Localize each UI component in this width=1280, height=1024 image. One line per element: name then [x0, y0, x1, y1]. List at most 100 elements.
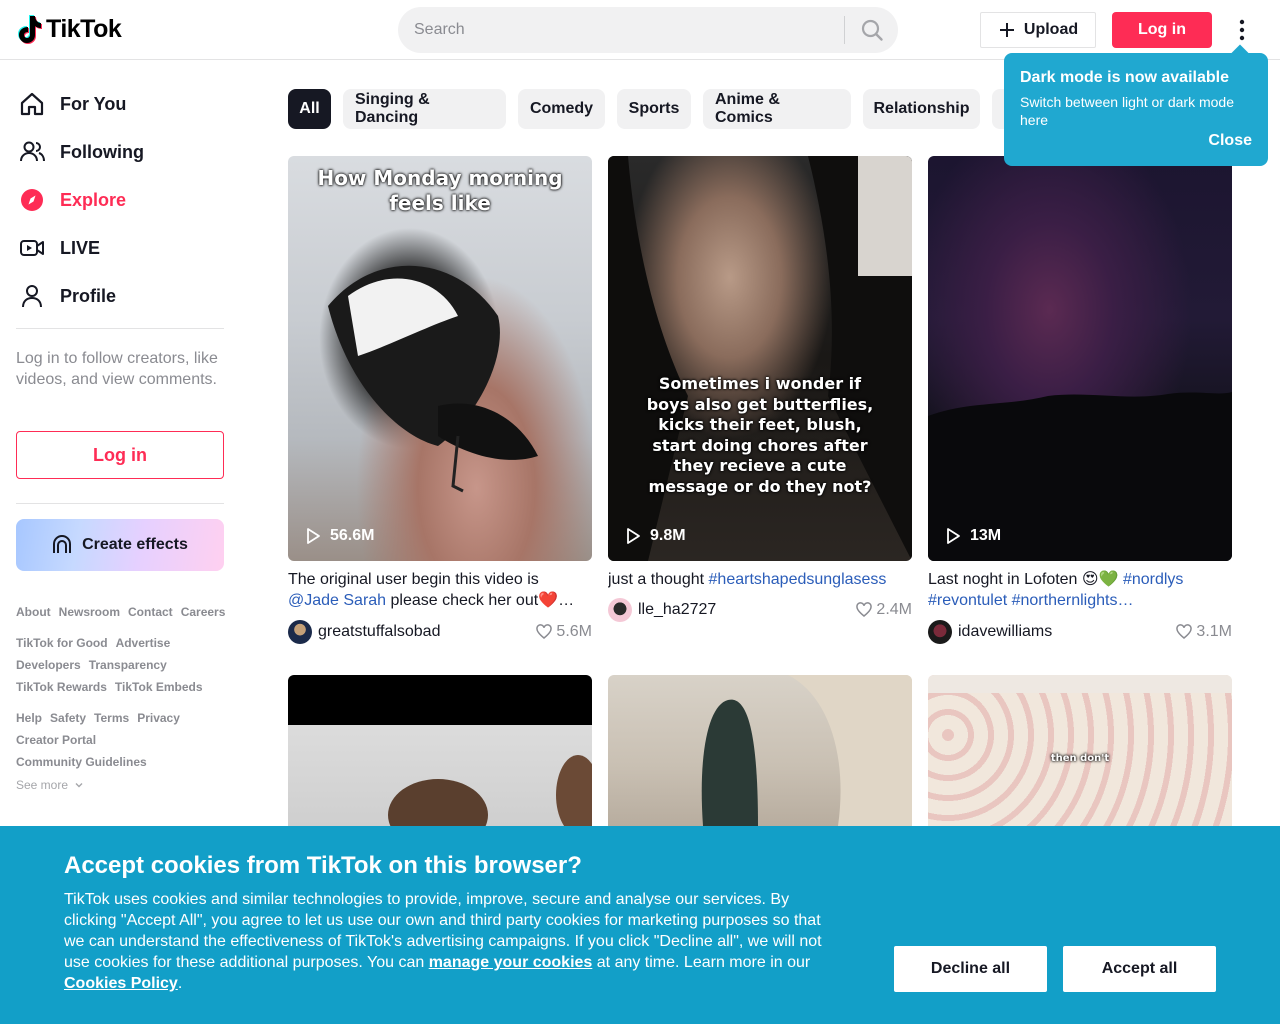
video-meta: greatstuffalsobad 5.6M: [288, 620, 592, 644]
video-thumbnail[interactable]: 13M: [928, 156, 1232, 561]
video-meta: lle_ha2727 2.4M: [608, 598, 912, 622]
author-link[interactable]: greatstuffalsobad: [288, 620, 440, 644]
upload-button[interactable]: Upload: [980, 12, 1096, 48]
tiktok-logo[interactable]: TikTok: [16, 14, 122, 44]
footer-link[interactable]: Community Guidelines: [16, 751, 147, 773]
category-chip-comedy[interactable]: Comedy: [518, 89, 605, 129]
footer-link[interactable]: Terms: [94, 707, 129, 729]
search-divider: [844, 16, 845, 44]
search-icon: [861, 19, 883, 41]
manage-cookies-link[interactable]: manage your cookies: [429, 954, 593, 971]
decline-all-button[interactable]: Decline all: [894, 946, 1047, 992]
cookie-banner: Accept cookies from TikTok on this brows…: [0, 826, 1280, 1024]
like-count: 3.1M: [1176, 623, 1232, 641]
top-header: TikTok Upload Log in: [0, 0, 1280, 60]
sidebar-divider: [16, 503, 224, 504]
tooltip-close-button[interactable]: Close: [1208, 132, 1252, 150]
like-count-value: 3.1M: [1196, 623, 1232, 640]
create-effects-button[interactable]: Create effects: [16, 519, 224, 571]
video-card: How Monday morning feels like 56.6M The …: [288, 156, 592, 646]
nav-label: Profile: [60, 285, 117, 306]
video-description: Last noght in Lofoten 😍💚 #nordlys #revon…: [928, 569, 1232, 611]
mention-link[interactable]: @Jade Sarah: [288, 592, 386, 609]
cookie-text-part: at any time. Learn more in our: [592, 954, 811, 971]
desc-text: just a thought: [608, 571, 709, 588]
video-caption-overlay: then don't: [1050, 753, 1110, 764]
see-more-link[interactable]: See more: [16, 778, 84, 792]
video-thumbnail[interactable]: How Monday morning feels like 56.6M: [288, 156, 592, 561]
avatar: [288, 620, 312, 644]
hashtag-link[interactable]: #heartshapedsunglasess: [709, 571, 887, 588]
footer-link[interactable]: Contact: [128, 601, 173, 623]
cookies-policy-link[interactable]: Cookies Policy: [64, 975, 178, 992]
footer-link[interactable]: Transparency: [89, 654, 167, 676]
like-count: 5.6M: [536, 623, 592, 641]
category-chip-anime-comics[interactable]: Anime & Comics: [703, 89, 851, 129]
like-count-value: 5.6M: [556, 623, 592, 640]
video-thumbnail[interactable]: Sometimes i wonder if boys also get butt…: [608, 156, 912, 561]
footer-link[interactable]: TikTok for Good: [16, 632, 108, 654]
ceiling: [928, 675, 1232, 693]
author-link[interactable]: idavewilliams: [928, 620, 1052, 644]
footer-link[interactable]: Help: [16, 707, 42, 729]
video-description: just a thought #heartshapedsunglasess: [608, 569, 912, 590]
avatar: [608, 598, 632, 622]
header-login-button[interactable]: Log in: [1112, 12, 1212, 48]
play-icon: [307, 528, 320, 544]
footer-links-group-1: About Newsroom Contact Careers: [16, 601, 226, 623]
video-thumbnail[interactable]: [608, 675, 912, 826]
magpie-bird-image: [328, 265, 538, 493]
video-caption-overlay: Sometimes i wonder if boys also get butt…: [646, 374, 874, 496]
search-input[interactable]: [414, 7, 834, 53]
footer-link[interactable]: Safety: [50, 707, 86, 729]
accept-all-button[interactable]: Accept all: [1063, 946, 1216, 992]
video-thumbnail[interactable]: [288, 675, 592, 826]
bedroom-image: [701, 675, 912, 826]
video-description: The original user begin this video is @J…: [288, 569, 592, 611]
desc-text: The original user begin this video is: [288, 571, 539, 588]
category-chip-singing-dancing[interactable]: Singing & Dancing: [343, 89, 506, 129]
portrait-image: [608, 156, 912, 561]
nav-label: Following: [60, 141, 144, 162]
play-icon: [627, 528, 640, 544]
video-card: Sometimes i wonder if boys also get butt…: [608, 156, 912, 646]
tiktok-note-icon: [18, 15, 42, 44]
nav-for-you[interactable]: For You: [16, 80, 224, 128]
footer-link[interactable]: TikTok Rewards: [16, 676, 107, 698]
category-chip-all[interactable]: All: [288, 89, 331, 129]
nav-live[interactable]: LIVE: [16, 224, 224, 272]
nav-following[interactable]: Following: [16, 128, 224, 176]
live-icon: [16, 232, 48, 264]
chevron-down-icon: [75, 783, 83, 788]
tooltip-title: Dark mode is now available: [1020, 69, 1229, 86]
footer-link[interactable]: Advertise: [116, 632, 171, 654]
nav-profile[interactable]: Profile: [16, 272, 224, 320]
footer-link[interactable]: Privacy: [137, 707, 180, 729]
nav-label: Explore: [60, 189, 127, 210]
video-card: 13M Last noght in Lofoten 😍💚 #nordlys #r…: [928, 156, 1232, 646]
video-caption-overlay: How Monday morning feels like: [317, 166, 563, 215]
category-chip-sports[interactable]: Sports: [617, 89, 691, 129]
search-button[interactable]: [850, 7, 894, 53]
video-meta: idavewilliams 3.1M: [928, 620, 1232, 644]
tooltip-body: Switch between light or dark mode here: [1020, 94, 1234, 128]
footer-link[interactable]: About: [16, 601, 51, 623]
footer-link[interactable]: Newsroom: [59, 601, 120, 623]
nav-explore[interactable]: Explore: [16, 176, 224, 224]
footer-link[interactable]: Developers: [16, 654, 81, 676]
video-thumbnail[interactable]: then don't: [928, 675, 1232, 826]
play-count-value: 9.8M: [650, 527, 686, 544]
more-menu-button[interactable]: [1228, 14, 1256, 46]
author-name: idavewilliams: [958, 623, 1053, 640]
footer-link[interactable]: Careers: [181, 601, 226, 623]
compass-icon: [16, 184, 48, 216]
sidebar: For You Following Explore LIVE Profile L…: [0, 60, 240, 826]
cookie-title: Accept cookies from TikTok on this brows…: [64, 852, 582, 879]
sidebar-login-button[interactable]: Log in: [16, 431, 224, 479]
heart-icon: [1176, 624, 1193, 639]
footer-link[interactable]: Creator Portal: [16, 729, 96, 751]
category-chip-relationship[interactable]: Relationship: [863, 89, 980, 129]
author-link[interactable]: lle_ha2727: [608, 598, 716, 622]
see-more-label: See more: [16, 778, 69, 792]
footer-link[interactable]: TikTok Embeds: [115, 676, 203, 698]
